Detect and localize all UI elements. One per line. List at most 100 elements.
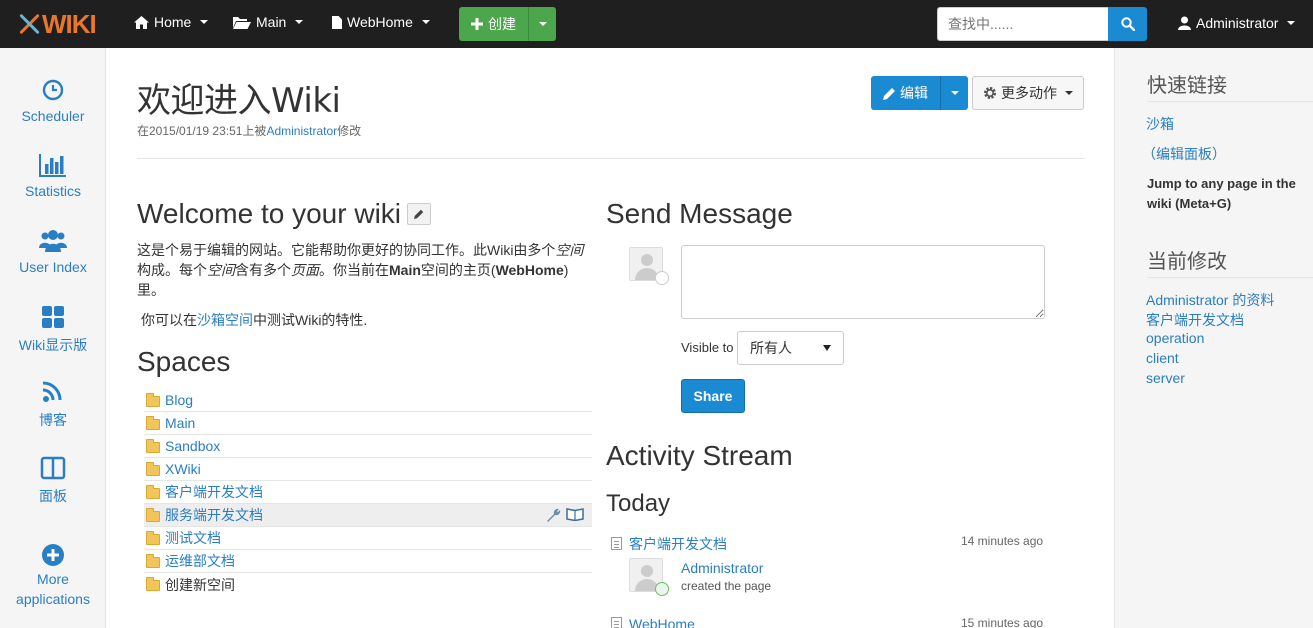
app-statistics[interactable]: Statistics <box>0 153 106 199</box>
welcome-paragraph: 这是个易于编辑的网站。它能帮助你更好的协同工作。此Wiki由多个空间构成。每个空… <box>137 242 584 298</box>
quick-link-edit-panel[interactable]: （编辑面板） <box>1142 144 1226 164</box>
sandbox-link[interactable]: 沙箱空间 <box>197 312 253 328</box>
folder-icon <box>146 392 160 407</box>
app-label: User Index <box>19 259 87 275</box>
folder-add-icon <box>146 577 160 591</box>
document-icon <box>611 617 622 628</box>
nav-webhome-menu[interactable]: WebHome <box>332 14 430 30</box>
today-heading: Today <box>606 490 671 517</box>
recent-link[interactable]: operation <box>1146 330 1204 346</box>
more-actions-button[interactable]: 更多动作 <box>972 76 1084 110</box>
main-content: 欢迎进入Wiki 在2015/01/19 23:51上被Administrato… <box>107 48 1113 628</box>
section-edit-button[interactable] <box>407 203 432 225</box>
message-input[interactable] <box>681 245 1045 319</box>
page-title: 欢迎进入Wiki <box>137 81 341 121</box>
list-item: 运维部文档 <box>144 550 592 573</box>
edit-button[interactable]: 编辑 <box>871 76 941 110</box>
create-button[interactable]: 创建 <box>459 7 529 41</box>
sandbox-paragraph: 你可以在沙箱空间中测试Wiki的特性. <box>141 312 368 328</box>
app-label: More applications <box>16 571 90 607</box>
title-divider <box>137 158 1085 159</box>
activity-item: WebHome <box>611 616 695 628</box>
spaces-heading: Spaces <box>137 346 231 377</box>
welcome-heading: Welcome to your wiki <box>137 198 432 230</box>
folder-icon <box>146 438 160 453</box>
recent-link[interactable]: 客户端开发文档 <box>1146 310 1244 330</box>
search-button[interactable] <box>1108 7 1147 41</box>
home-icon <box>134 15 149 29</box>
document-icon <box>611 537 622 550</box>
pencil-icon <box>414 209 424 219</box>
edit-dropdown-toggle[interactable] <box>941 76 968 110</box>
nav-home-label: Home <box>154 14 192 30</box>
app-label: Scheduler <box>21 108 85 124</box>
app-scheduler[interactable]: Scheduler <box>0 78 106 124</box>
xwiki-logo-mark <box>18 13 40 35</box>
space-link[interactable]: Sandbox <box>165 438 220 454</box>
share-button[interactable]: Share <box>681 379 745 413</box>
folder-icon <box>146 507 160 522</box>
chevron-down-icon <box>823 345 831 351</box>
clock-icon <box>42 79 64 101</box>
users-icon <box>39 230 67 252</box>
app-wiki-display[interactable]: Wiki显示版 <box>0 305 106 355</box>
folder-icon <box>146 461 160 476</box>
nav-home-menu[interactable]: Home <box>134 14 209 30</box>
activity-page-link[interactable]: 客户端开发文档 <box>629 536 727 552</box>
app-blog[interactable]: 博客 <box>0 380 106 430</box>
book-icon[interactable] <box>566 507 584 521</box>
welcome-title: Welcome to your wiki <box>137 198 402 229</box>
recent-link[interactable]: Administrator 的资料 <box>1146 290 1274 310</box>
search-input[interactable] <box>937 7 1109 41</box>
space-link[interactable]: 运维部文档 <box>165 551 235 571</box>
pencil-icon <box>883 87 895 100</box>
xwiki-logo[interactable]: WIKI <box>18 9 97 39</box>
bar-chart-icon <box>39 154 66 177</box>
nav-webhome-label: WebHome <box>347 14 413 30</box>
app-more-applications[interactable]: More applications <box>0 543 106 609</box>
quick-link-sandbox[interactable]: 沙箱 <box>1146 114 1174 134</box>
app-label: 面板 <box>39 488 67 504</box>
folder-icon <box>146 484 160 499</box>
space-link[interactable]: 测试文档 <box>165 528 221 548</box>
wrench-icon[interactable] <box>546 507 562 523</box>
divider <box>1147 277 1313 278</box>
list-item: Sandbox <box>144 435 592 458</box>
space-link[interactable]: Main <box>165 415 195 431</box>
activity-user-link[interactable]: Administrator <box>681 560 763 576</box>
activity-description: created the page <box>681 579 772 593</box>
plus-icon <box>471 18 483 30</box>
folder-icon <box>146 415 160 430</box>
list-item: 客户端开发文档 <box>144 481 592 504</box>
app-user-index[interactable]: User Index <box>0 229 106 275</box>
spaces-list: Blog Main Sandbox XWiki 客户端开发文档 服务端开发文档 … <box>144 389 592 596</box>
grid-icon <box>42 306 64 328</box>
create-dropdown-toggle[interactable] <box>529 7 556 41</box>
edit-label: 编辑 <box>900 85 928 101</box>
app-dashboard[interactable]: 面板 <box>0 456 106 506</box>
visibility-select[interactable]: 所有人 <box>737 331 844 365</box>
space-link[interactable]: Blog <box>165 392 193 408</box>
space-link[interactable]: XWiki <box>165 461 201 477</box>
user-menu[interactable]: Administrator <box>1178 15 1296 31</box>
space-link[interactable]: 服务端开发文档 <box>165 505 263 525</box>
meta-user-link[interactable]: Administrator <box>266 124 337 138</box>
recent-link[interactable]: server <box>1146 370 1185 386</box>
recent-link[interactable]: client <box>1146 350 1179 366</box>
meta-prefix: 在2015/01/19 23:51上被 <box>137 124 267 138</box>
file-icon <box>332 15 342 29</box>
create-space-row[interactable]: 创建新空间 <box>144 573 592 596</box>
search-icon <box>1120 17 1135 31</box>
activity-item: 客户端开发文档 <box>611 534 727 554</box>
rss-icon <box>42 381 62 402</box>
create-button-group: 创建 <box>459 7 556 41</box>
create-space-label: 创建新空间 <box>165 576 235 593</box>
list-item: Blog <box>144 389 592 412</box>
create-label: 创建 <box>488 16 516 32</box>
activity-page-link[interactable]: WebHome <box>629 616 695 628</box>
nav-main-menu[interactable]: Main <box>233 14 304 30</box>
space-link[interactable]: 客户端开发文档 <box>165 482 263 502</box>
folder-icon <box>146 553 160 568</box>
meta-suffix: 修改 <box>337 124 362 138</box>
visibility-value: 所有人 <box>750 340 792 356</box>
